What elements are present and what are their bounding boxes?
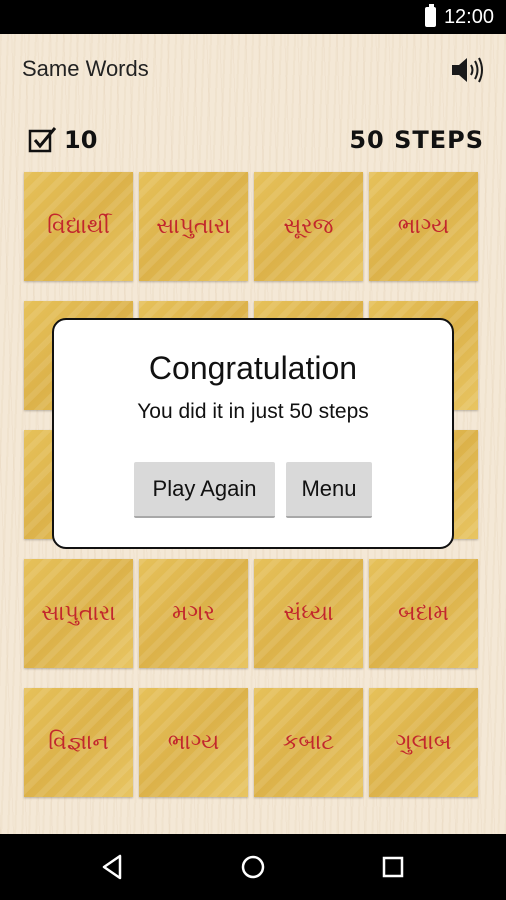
tile-word: સૂરજ bbox=[283, 214, 334, 239]
tile-word: સાપુતારા bbox=[156, 214, 231, 239]
tile-word: ભાગ્ય bbox=[397, 214, 450, 239]
tile-word: વિજ્ઞાન bbox=[48, 730, 109, 755]
play-again-button[interactable]: Play Again bbox=[134, 462, 275, 518]
speaker-icon[interactable] bbox=[450, 54, 484, 86]
tile-word: બદામ bbox=[398, 601, 449, 626]
steps-count: 50 STEPS bbox=[349, 126, 484, 154]
word-tile[interactable]: સાપુતારા bbox=[24, 559, 133, 668]
tile-word: ભાગ્ય bbox=[167, 730, 220, 755]
word-tile[interactable]: બદામ bbox=[369, 559, 478, 668]
matched-count: 10 bbox=[64, 126, 98, 154]
clock: 12:00 bbox=[443, 5, 494, 28]
tile-word: કબાટ bbox=[282, 730, 335, 755]
word-tile[interactable]: ભાગ્ય bbox=[369, 172, 478, 281]
tile-word: ગુલાબ bbox=[395, 730, 452, 755]
tile-word: વિદ્યાર્થી bbox=[47, 214, 110, 239]
word-tile[interactable]: વિદ્યાર્થી bbox=[24, 172, 133, 281]
tile-word: સંધ્યા bbox=[283, 601, 334, 626]
menu-button[interactable]: Menu bbox=[286, 462, 372, 518]
word-tile[interactable]: મગર bbox=[139, 559, 248, 668]
word-tile[interactable]: ગુલાબ bbox=[369, 688, 478, 797]
app-title: Same Words bbox=[22, 56, 149, 81]
status-bar: 12:00 bbox=[0, 0, 506, 34]
checkbox-icon bbox=[28, 127, 57, 153]
dialog-title: Congratulation bbox=[148, 350, 358, 386]
word-tile[interactable]: ભાગ્ય bbox=[139, 688, 248, 797]
navigation-bar bbox=[0, 834, 506, 900]
word-tile[interactable]: કબાટ bbox=[254, 688, 363, 797]
home-icon[interactable] bbox=[238, 852, 268, 882]
word-tile[interactable]: વિજ્ઞાન bbox=[24, 688, 133, 797]
back-icon[interactable] bbox=[98, 852, 128, 882]
tile-word: સાપુતારા bbox=[41, 601, 116, 626]
score-counter: 10 bbox=[28, 126, 97, 154]
status-right: 12:00 bbox=[424, 0, 494, 34]
word-tile[interactable]: સંધ્યા bbox=[254, 559, 363, 668]
word-tile[interactable]: સાપુતારા bbox=[139, 172, 248, 281]
battery-icon bbox=[424, 4, 436, 27]
congratulation-dialog: Congratulation You did it in just 50 ste… bbox=[52, 318, 454, 549]
tile-word: મગર bbox=[172, 601, 215, 626]
dialog-message: You did it in just 50 steps bbox=[137, 400, 369, 423]
recents-icon[interactable] bbox=[378, 852, 408, 882]
word-tile[interactable]: સૂરજ bbox=[254, 172, 363, 281]
